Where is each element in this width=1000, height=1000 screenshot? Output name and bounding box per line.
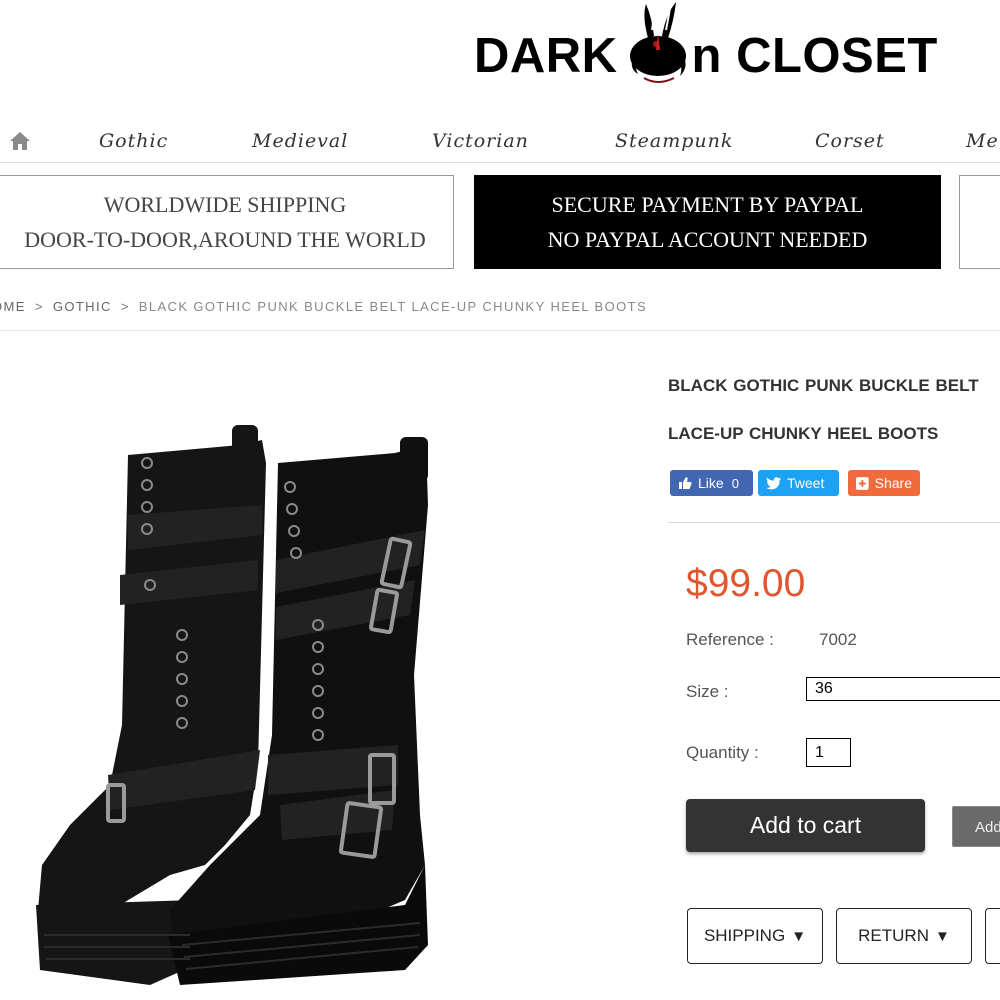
reference-label: Reference : (686, 630, 774, 649)
product-title: BLACK GOTHIC PUNK BUCKLE BELT LACE-UP CH… (668, 376, 979, 443)
share-button[interactable]: Share (848, 470, 920, 496)
nav-item-victorian[interactable]: Victorian (432, 130, 529, 152)
reference-value: 7002 (819, 630, 857, 649)
shipping-tab-button[interactable]: SHIPPING ▼ (687, 908, 823, 964)
size-select[interactable]: 36 (806, 677, 1000, 701)
nav-item-men[interactable]: Men (966, 130, 1000, 152)
size-label: Size : (686, 682, 729, 701)
shipping-banner: WORLDWIDE SHIPPING DOOR-TO-DOOR,AROUND T… (0, 175, 454, 269)
facebook-like-button[interactable]: Like 0 (670, 470, 753, 496)
nav-item-corset[interactable]: Corset (815, 130, 885, 152)
home-icon[interactable] (8, 129, 32, 153)
breadcrumb-current: BLACK GOTHIC PUNK BUCKLE BELT LACE-UP CH… (138, 299, 648, 314)
add-to-cart-button[interactable]: Add to cart (686, 799, 925, 852)
social-divider (668, 522, 1000, 523)
breadcrumb-separator: > (120, 299, 130, 314)
payment-banner-line2: NO PAYPAL ACCOUNT NEEDED (547, 227, 868, 252)
plus-square-icon (856, 476, 869, 490)
logo-text-closet: n CLOSET (691, 29, 938, 83)
return-tab-button[interactable]: RETURN ▼ (836, 908, 972, 964)
shipping-banner-line1: WORLDWIDE SHIPPING (103, 192, 347, 217)
site-logo[interactable]: DARK n CLOSET (474, 2, 938, 86)
shipping-banner-line2: DOOR-TO-DOOR,AROUND THE WORLD (24, 227, 426, 252)
return-tab-label: RETURN (858, 926, 929, 945)
product-image[interactable] (0, 345, 640, 1000)
share-label: Share (874, 475, 912, 491)
like-count: 0 (731, 475, 739, 491)
quantity-label: Quantity : (686, 743, 759, 762)
twitter-bird-icon (766, 476, 781, 490)
tweet-label: Tweet (787, 475, 825, 491)
nav-item-gothic[interactable]: Gothic (99, 130, 168, 152)
third-tab-button[interactable] (985, 908, 1000, 964)
quantity-input[interactable] (806, 738, 851, 767)
breadcrumb-home[interactable]: OME (0, 299, 26, 314)
third-banner (959, 175, 1000, 269)
payment-banner: SECURE PAYMENT BY PAYPAL NO PAYPAL ACCOU… (474, 175, 941, 269)
nav-item-medieval[interactable]: Medieval (252, 130, 348, 152)
product-price: $99.00 (686, 562, 806, 605)
like-label: Like (698, 475, 724, 491)
main-nav: Gothic Medieval Victorian Steampunk Cors… (0, 120, 1000, 163)
breadcrumb-divider (0, 330, 1000, 331)
breadcrumb: OME > GOTHIC > BLACK GOTHIC PUNK BUCKLE BELT… (0, 299, 647, 314)
breadcrumb-gothic[interactable]: GOTHIC (53, 299, 112, 314)
shipping-tab-label: SHIPPING (703, 926, 786, 945)
tweet-button[interactable]: Tweet (758, 470, 839, 496)
rabbit-logo-icon (629, 2, 686, 83)
breadcrumb-separator: > (34, 299, 44, 314)
caret-down-icon: ▼ (791, 927, 807, 945)
nav-item-steampunk[interactable]: Steampunk (615, 130, 733, 152)
caret-down-icon: ▼ (934, 927, 950, 945)
logo-text-dark: DARK (474, 29, 618, 83)
add-to-wishlist-button[interactable]: Add to wishlist (952, 806, 1000, 847)
payment-banner-line1: SECURE PAYMENT BY PAYPAL (551, 192, 864, 217)
thumbs-up-icon (679, 477, 692, 489)
